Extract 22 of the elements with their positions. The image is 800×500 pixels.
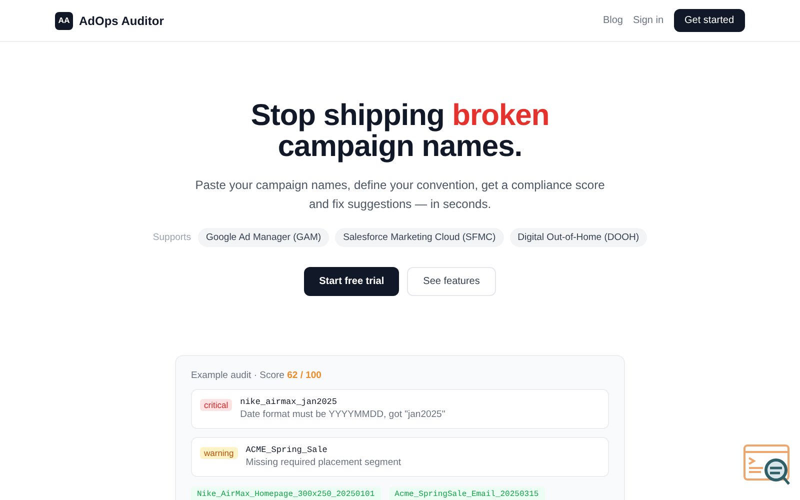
hero-subtitle: Paste your campaign names, define your convention, get a compliance score and fix suggestions — in seconds. <box>195 177 605 213</box>
nav-link[interactable]: Sign in <box>632 15 664 26</box>
brand-name: AdOps Auditor <box>79 14 164 28</box>
issue-message: Date format must be YYYYMMDD, got "jan2025" <box>240 409 446 420</box>
nav-link[interactable]: Blog <box>602 15 623 26</box>
get-started-button[interactable]: Get started <box>674 9 745 32</box>
severity-badge: warning <box>200 447 238 459</box>
features-button[interactable]: See features <box>407 267 496 296</box>
campaign-name: nike_airmax_jan2025 <box>240 397 338 407</box>
trial-button[interactable]: Start free trial <box>304 267 400 296</box>
valid-name-chip: Nike_AirMax_Homepage_300x250_20250101 <box>191 487 381 500</box>
logo-mark: AA <box>55 12 73 30</box>
supports-label: Supports <box>152 232 191 243</box>
audit-label: Example audit · Score 62 / 100 <box>191 370 322 381</box>
valid-name-chip: Acme_SpringSale_Email_20250315 <box>388 487 545 500</box>
campaign-name: ACME_Spring_Sale <box>246 445 328 455</box>
platform-chip: Google Ad Manager (GAM) <box>198 228 330 247</box>
severity-badge: critical <box>200 399 232 411</box>
platform-chip: Digital Out-of-Home (DOOH) <box>510 228 648 247</box>
issue-message: Missing required placement segment <box>246 457 402 468</box>
hero-title: Stop shipping broken campaign names. <box>250 100 550 162</box>
platform-chip: Salesforce Marketing Cloud (SFMC) <box>335 228 504 247</box>
